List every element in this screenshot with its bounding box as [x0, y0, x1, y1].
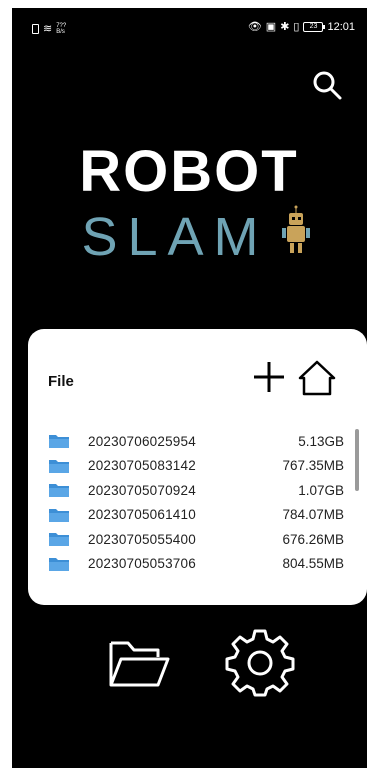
logo-slam-text: SLAM	[81, 207, 268, 267]
folder-icon	[48, 556, 70, 572]
file-row[interactable]: 20230706025954 5.13GB	[48, 429, 348, 454]
robot-mascot-icon	[282, 205, 310, 253]
file-size: 5.13GB	[298, 433, 344, 449]
file-row[interactable]: 20230705055400 676.26MB	[48, 527, 348, 552]
file-name: 20230705053706	[88, 556, 196, 572]
wifi-icon: ≋	[43, 23, 53, 35]
bluetooth-icon: ✱	[280, 21, 290, 33]
file-name: 20230705083142	[88, 458, 196, 474]
network-speed: 7?? B/s	[56, 22, 67, 35]
file-row[interactable]: 20230705070924 1.07GB	[48, 478, 348, 503]
file-name: 20230705061410	[88, 507, 196, 523]
file-name: 20230705070924	[88, 482, 196, 498]
app-screen: ≋ 7?? B/s 👁 ▣ ✱ ▯ 23 12:01 ROBOT SLAM Fi…	[12, 8, 367, 768]
status-bar: ≋ 7?? B/s 👁 ▣ ✱ ▯ 23 12:01	[12, 8, 367, 48]
file-size: 784.07MB	[282, 507, 344, 523]
vibrate-icon: ▯	[293, 21, 300, 33]
file-row[interactable]: 20230705053706 804.55MB	[48, 552, 348, 577]
open-folder-button[interactable]	[106, 633, 172, 693]
status-left: ≋ 7?? B/s	[32, 22, 66, 35]
home-button[interactable]	[296, 359, 338, 397]
file-list: 20230706025954 5.13GB 20230705083142 767…	[48, 429, 348, 576]
clock: 12:01	[327, 20, 355, 33]
file-size: 767.35MB	[282, 458, 344, 474]
scrollbar[interactable]	[355, 429, 359, 491]
file-name: 20230706025954	[88, 433, 196, 449]
file-name: 20230705055400	[88, 531, 196, 547]
gear-icon	[225, 629, 295, 697]
folder-icon	[48, 433, 70, 449]
file-row[interactable]: 20230705061410 784.07MB	[48, 503, 348, 528]
folder-icon	[109, 641, 170, 687]
plus-icon	[254, 362, 284, 392]
sim-icon	[32, 23, 39, 34]
battery-icon: 23	[303, 21, 326, 32]
robot-slam-logo: ROBOT SLAM	[12, 133, 367, 273]
eye-icon: 👁	[247, 21, 262, 33]
logo-robot-text: ROBOT	[79, 139, 298, 204]
file-size: 804.55MB	[282, 556, 344, 572]
settings-button[interactable]	[224, 625, 296, 697]
search-button[interactable]	[310, 68, 344, 102]
folder-icon	[48, 531, 70, 547]
file-size: 1.07GB	[298, 482, 344, 498]
search-icon	[313, 71, 342, 100]
status-right: 👁 ▣ ✱ ▯ 23 12:01	[247, 20, 355, 34]
nfc-icon: ▣	[265, 21, 277, 33]
folder-icon	[48, 482, 70, 498]
folder-icon	[48, 458, 70, 474]
file-size: 676.26MB	[282, 531, 344, 547]
file-panel-title: File	[48, 373, 74, 390]
folder-icon	[48, 507, 70, 523]
home-icon	[298, 360, 336, 396]
file-row[interactable]: 20230705083142 767.35MB	[48, 454, 348, 479]
add-button[interactable]	[251, 359, 287, 395]
file-panel: File 20230706025954 5.13GB 2023070508314…	[28, 329, 367, 605]
